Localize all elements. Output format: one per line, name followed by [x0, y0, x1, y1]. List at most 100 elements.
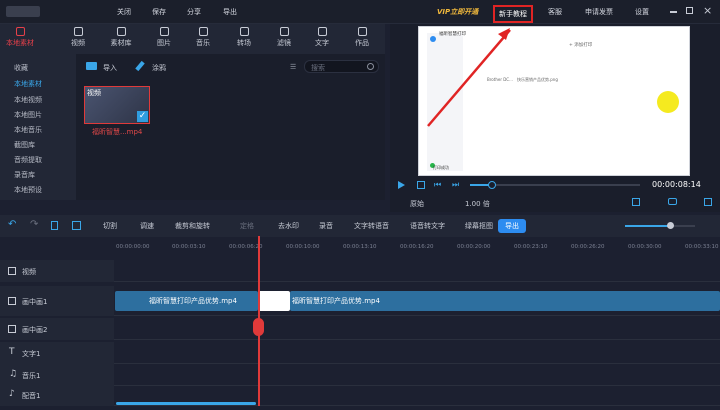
ratio-select[interactable]: 原始 [410, 199, 424, 209]
sidebar-item-audio-extract[interactable]: 音频提取 [14, 155, 42, 165]
ruler-tick: 00:00:13:10 [343, 244, 377, 250]
tab-transition[interactable]: 转场 [228, 27, 260, 48]
speed-select[interactable]: 1.00 倍 [465, 199, 490, 209]
brush-icon[interactable] [135, 60, 145, 72]
sidebar-item-favorites[interactable]: 收藏 [14, 63, 28, 73]
search-input[interactable]: 搜索 [304, 60, 379, 73]
next-frame-icon[interactable]: ⏭ [452, 180, 459, 190]
play-icon[interactable] [398, 181, 405, 189]
logo [6, 6, 40, 17]
export-button[interactable]: 导出 [498, 219, 526, 233]
folder-icon [15, 27, 25, 36]
undo-icon[interactable]: ↶ [8, 219, 16, 230]
sidebar-item-local-music[interactable]: 本地音乐 [14, 125, 42, 135]
settings-button[interactable]: 设置 [635, 7, 649, 17]
tool-remove-watermark[interactable]: 去水印 [278, 221, 299, 231]
search-placeholder: 搜索 [311, 64, 325, 72]
tab-works[interactable]: 作品 [346, 27, 378, 48]
track-header: T 文字1 [0, 342, 114, 364]
menu-close[interactable]: 关闭 [117, 7, 131, 17]
tab-filter[interactable]: 滤镜 [268, 27, 300, 48]
import-button[interactable]: 导入 [103, 63, 117, 73]
video-track-icon [8, 267, 16, 275]
sidebar-item-recordings[interactable]: 录音库 [14, 170, 35, 180]
timeline-scrollbar[interactable] [116, 402, 256, 405]
ruler-tick: 00:00:16:20 [400, 244, 434, 250]
time-display: 00:00:08:14 [652, 180, 701, 189]
transition-marker[interactable] [258, 291, 290, 311]
track-name: 画中画2 [22, 326, 48, 334]
media-file-name: 福昕智慧...mp4 [92, 128, 143, 136]
check-icon[interactable]: ✓ [137, 111, 148, 122]
split-icon[interactable] [72, 221, 81, 230]
sidebar-item-presets[interactable]: 本地预设 [14, 185, 42, 195]
library-icon [116, 27, 126, 36]
track-name: 画中画1 [22, 298, 48, 306]
track-voice1: ♪ 配音1 [0, 384, 720, 406]
tool-tts[interactable]: 文字转语音 [354, 221, 389, 231]
tab-local-media[interactable]: 本地素材 [0, 27, 40, 48]
camera-icon[interactable] [668, 198, 677, 205]
tool-speed[interactable]: 调速 [140, 221, 154, 231]
tab-label: 素材库 [110, 39, 132, 47]
redo-icon[interactable]: ↷ [30, 219, 38, 230]
tab-image[interactable]: 图片 [148, 27, 180, 48]
track-header: 视频 [0, 260, 114, 282]
menu-save[interactable]: 保存 [152, 7, 166, 17]
progress-handle[interactable] [488, 181, 496, 189]
sidebar-item-local-media[interactable]: 本地素材 [14, 79, 42, 89]
tool-freeze[interactable]: 定格 [240, 221, 254, 231]
delete-icon[interactable] [51, 221, 58, 230]
tab-video[interactable]: 视频 [62, 27, 94, 48]
tool-cut[interactable]: 切割 [103, 221, 117, 231]
music-icon [198, 27, 208, 36]
tool-crop-rotate[interactable]: 裁剪和旋转 [175, 221, 210, 231]
zoom-slider[interactable] [625, 222, 695, 229]
tab-asset-library[interactable]: 素材库 [105, 27, 137, 48]
preview-panel: 福昕智慧打印 + 添加打印 Brother DC... 快乐营销产品优势.png… [390, 24, 720, 212]
sidebar-item-local-video[interactable]: 本地视频 [14, 95, 42, 105]
progress-slider[interactable] [470, 181, 640, 189]
tool-stt[interactable]: 语音转文字 [410, 221, 445, 231]
playhead-handle[interactable] [253, 318, 264, 336]
ruler-tick: 00:00:00:00 [116, 244, 150, 250]
paint-button[interactable]: 涂鸦 [152, 63, 166, 73]
tool-green-screen[interactable]: 绿幕抠图 [465, 221, 493, 231]
search-icon[interactable] [367, 63, 374, 70]
service-button[interactable]: 客服 [548, 7, 562, 17]
track-music1: ♫ 音乐1 [0, 364, 720, 386]
menu-share[interactable]: 分享 [187, 7, 201, 17]
expand-icon[interactable] [704, 198, 712, 206]
tab-label: 图片 [157, 39, 171, 47]
tab-text[interactable]: 文字 [306, 27, 338, 48]
ruler-tick: 00:00:23:10 [514, 244, 548, 250]
stop-icon[interactable] [417, 181, 425, 189]
zoom-handle[interactable] [667, 222, 674, 229]
tutorial-button[interactable]: 新手教程 [493, 5, 533, 23]
fullscreen-icon[interactable] [632, 198, 640, 206]
close-icon[interactable]: × [703, 4, 712, 17]
sidebar-item-local-image[interactable]: 本地图片 [14, 110, 42, 120]
works-icon [357, 27, 367, 36]
track-name: 配音1 [22, 392, 41, 400]
sidebar-item-screenshots[interactable]: 截图库 [14, 140, 35, 150]
menu-export[interactable]: 导出 [223, 7, 237, 17]
top-bar: 关闭 保存 分享 导出 VIP立即开通 新手教程 客服 申请发票 设置 × [0, 0, 720, 24]
list-view-icon[interactable]: ☰ [290, 63, 296, 71]
media-thumbnail[interactable]: 视频 ✓ [84, 86, 150, 124]
track-name: 视频 [22, 268, 36, 276]
pip-track-icon [8, 297, 16, 305]
prev-frame-icon[interactable]: ⏮ [434, 180, 441, 190]
maximize-icon[interactable] [686, 7, 693, 14]
tab-music[interactable]: 音乐 [187, 27, 219, 48]
clip-b[interactable]: 福昕智慧打印产品优势.mp4 [290, 291, 720, 311]
text-icon [317, 27, 327, 36]
import-folder-icon[interactable] [86, 62, 97, 70]
clip-a[interactable]: 福昕智慧打印产品优势.mp4 [115, 291, 258, 311]
minimize-icon[interactable] [670, 11, 677, 13]
invoice-button[interactable]: 申请发票 [585, 7, 613, 17]
track-video: 视频 [0, 260, 720, 282]
player-controls: ⏮ ⏭ 00:00:08:14 原始 1.00 倍 [390, 176, 720, 212]
tool-record[interactable]: 录音 [319, 221, 333, 231]
vip-link[interactable]: VIP立即开通 [437, 7, 478, 17]
